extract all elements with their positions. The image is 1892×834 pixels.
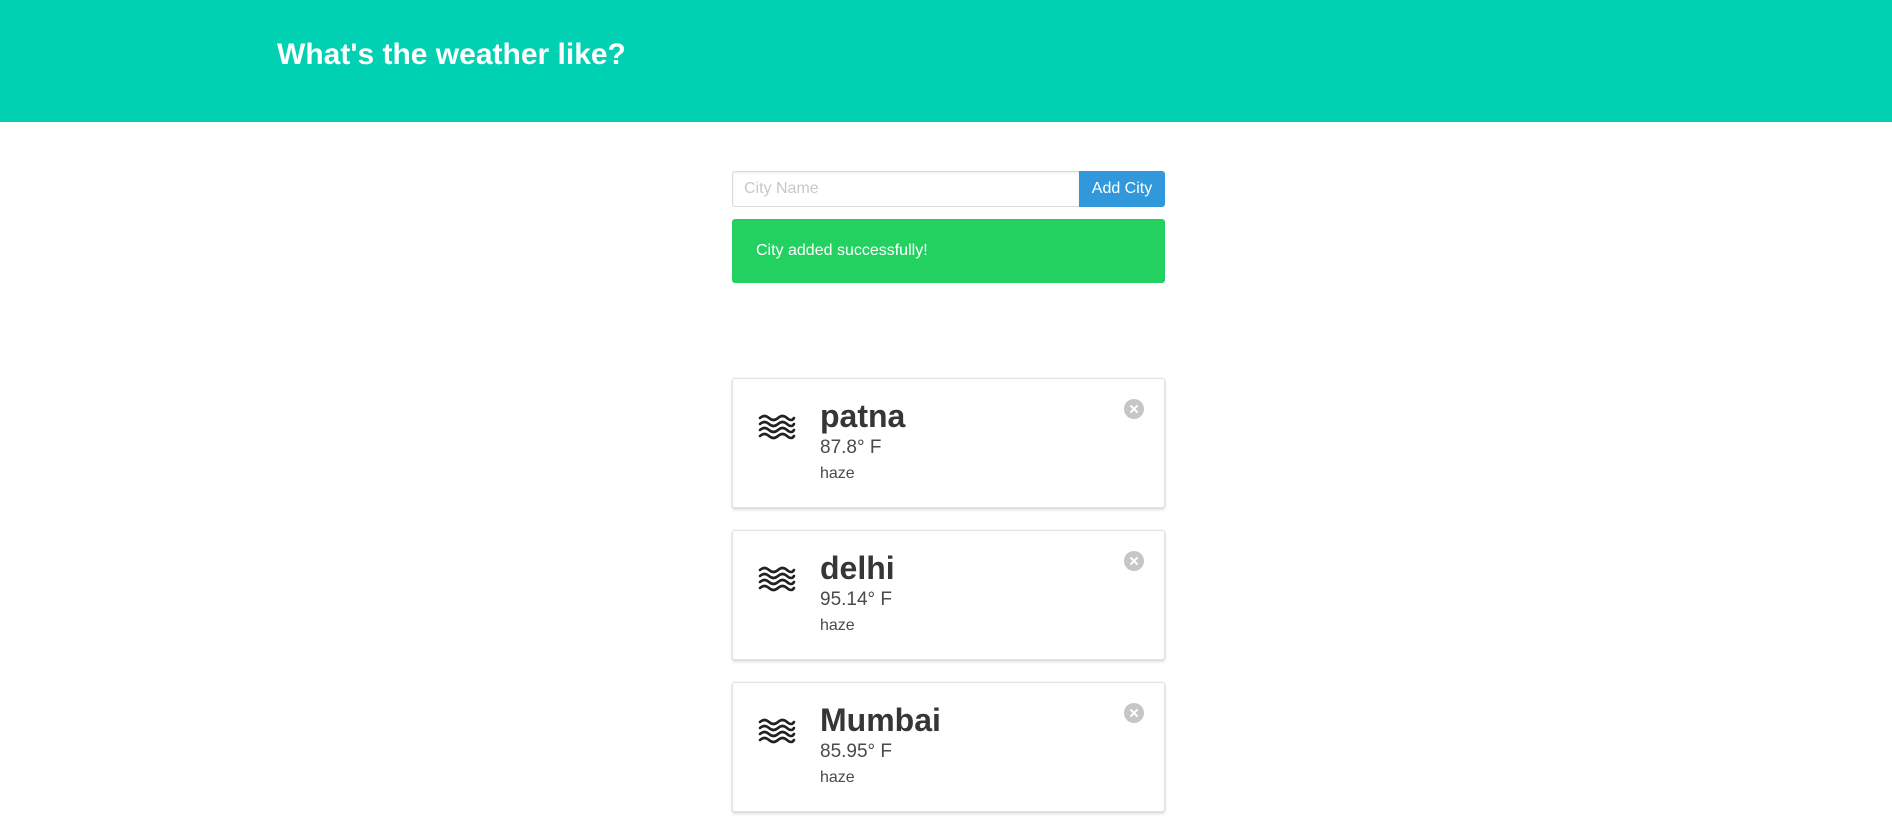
notification-message: City added successfully! [756,242,928,259]
city-temperature: 85.95° F [820,741,893,763]
add-city-section: Add City City added successfully! [732,171,1165,283]
success-notification: City added successfully! [732,219,1165,283]
haze-icon [758,414,796,440]
hero-header: What's the weather like? [0,0,1892,122]
city-weather-description: haze [820,616,855,634]
add-city-form: Add City [732,171,1165,207]
page-title: What's the weather like? [277,38,626,71]
city-temperature: 87.8° F [820,437,882,459]
city-card: Mumbai 85.95° F haze [732,682,1165,812]
city-card: delhi 95.14° F haze [732,530,1165,660]
city-info: patna 87.8° F haze [820,398,906,483]
city-weather-description: haze [820,464,855,482]
city-name: delhi [820,550,895,586]
remove-city-button[interactable] [1124,399,1144,419]
remove-city-button[interactable] [1124,703,1144,723]
city-info: Mumbai 85.95° F haze [820,702,941,787]
city-card: patna 87.8° F haze [732,378,1165,508]
city-name-input[interactable] [732,171,1079,207]
city-name: patna [820,398,906,434]
city-card-list: patna 87.8° F haze delhi 95.14° F haze M… [732,378,1165,834]
haze-icon [758,566,796,592]
city-name: Mumbai [820,702,941,738]
add-city-button[interactable]: Add City [1079,171,1165,207]
haze-icon [758,718,796,744]
remove-city-button[interactable] [1124,551,1144,571]
city-weather-description: haze [820,768,855,786]
city-temperature: 95.14° F [820,589,893,611]
city-info: delhi 95.14° F haze [820,550,895,635]
